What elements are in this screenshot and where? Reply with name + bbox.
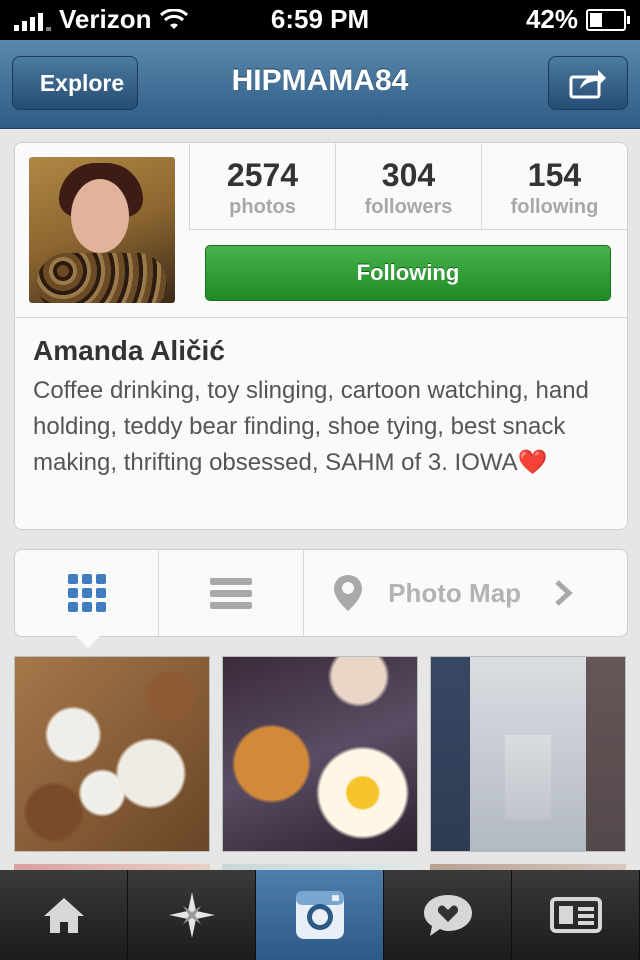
grid-view-button[interactable]	[15, 550, 160, 636]
avatar[interactable]	[29, 157, 175, 303]
share-button[interactable]	[548, 56, 628, 110]
nav-bar: Explore HIPMAMA84	[0, 40, 640, 129]
list-view-button[interactable]	[159, 550, 305, 636]
status-bar: Verizon 6:59 PM 42%	[0, 0, 640, 40]
stat-followers[interactable]: 304 followers	[335, 143, 481, 229]
stat-value: 304	[381, 157, 436, 193]
view-pointer	[76, 636, 100, 648]
profile-card: 2574 photos 304 followers 154 following …	[14, 142, 628, 530]
battery-icon	[586, 8, 630, 31]
chevron-right-icon	[555, 580, 573, 606]
bio-text: Coffee drinking, toy slinging, cartoon w…	[33, 377, 589, 476]
photo-map-label: Photo Map	[388, 577, 522, 608]
photo-thumbnail[interactable]	[14, 656, 210, 852]
profile-bio: Coffee drinking, toy slinging, cartoon w…	[33, 373, 613, 481]
home-icon	[43, 898, 84, 933]
tab-activity[interactable]	[384, 870, 512, 960]
share-icon	[569, 70, 606, 99]
tab-explore[interactable]	[128, 870, 256, 960]
grid-icon	[67, 574, 106, 612]
tab-home[interactable]	[0, 870, 128, 960]
camera-icon	[295, 891, 344, 939]
stat-value: 2574	[226, 157, 299, 193]
battery-status: 42%	[525, 4, 630, 35]
battery-percent: 42%	[525, 4, 578, 34]
view-options-bar: Photo Map	[14, 549, 628, 637]
activity-icon	[423, 895, 472, 936]
photo-thumbnail[interactable]	[430, 656, 626, 852]
heart-emoji: ❤️	[517, 449, 548, 476]
page-title: HIPMAMA84	[231, 64, 409, 97]
stat-label: followers	[364, 196, 453, 218]
tab-bar	[0, 870, 640, 960]
photo-thumbnail[interactable]	[222, 656, 418, 852]
photo-map-button[interactable]: Photo Map	[304, 550, 627, 636]
map-pin-icon	[334, 575, 363, 611]
profile-icon	[549, 897, 602, 933]
stats-row: 2574 photos 304 followers 154 following	[189, 143, 627, 230]
divider	[15, 317, 627, 318]
tab-profile[interactable]	[512, 870, 640, 960]
tab-camera[interactable]	[256, 870, 384, 960]
profile-name: Amanda Aličić	[33, 335, 225, 366]
stat-label: photos	[229, 196, 296, 218]
stat-label: following	[510, 196, 599, 218]
photo-grid	[14, 656, 626, 874]
list-icon	[210, 573, 253, 614]
following-button[interactable]: Following	[205, 245, 611, 301]
explore-icon	[168, 892, 215, 938]
stat-value: 154	[527, 157, 582, 193]
stat-photos[interactable]: 2574 photos	[189, 143, 335, 229]
stat-following[interactable]: 154 following	[481, 143, 627, 229]
